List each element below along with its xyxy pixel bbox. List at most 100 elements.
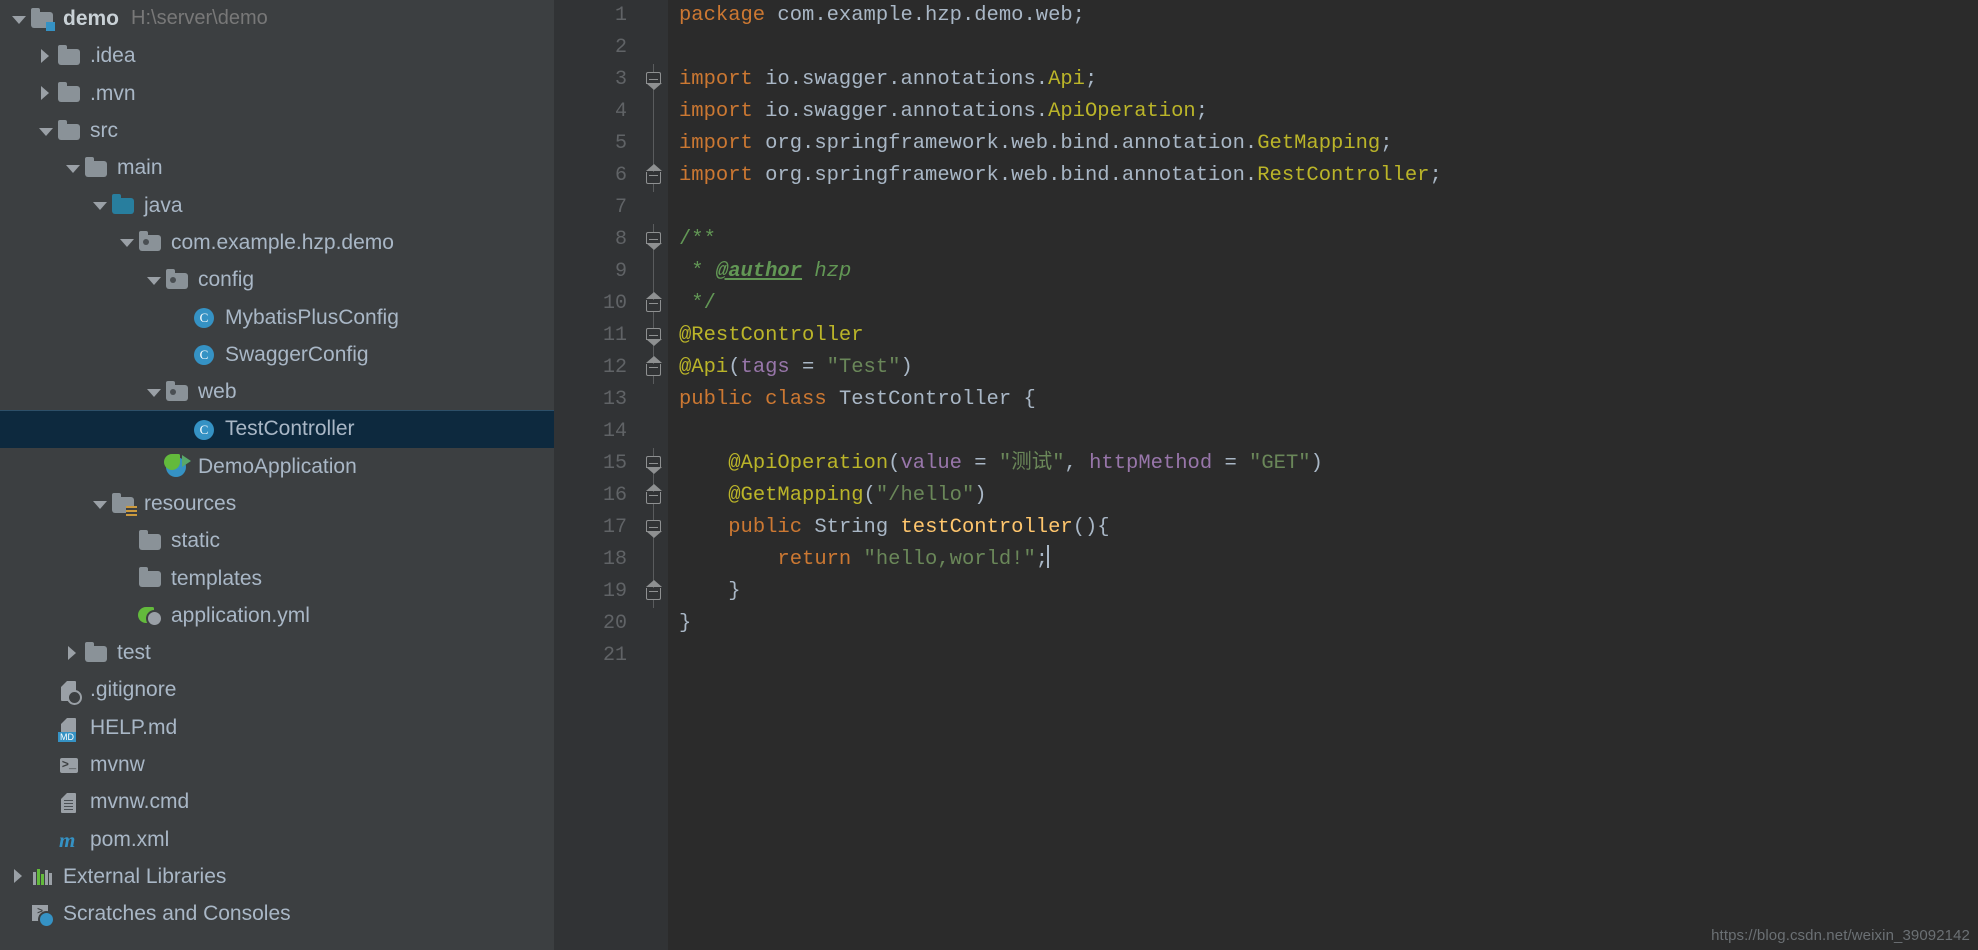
tree-row[interactable]: DemoApplication: [0, 448, 554, 485]
tree-row[interactable]: web: [0, 373, 554, 410]
tree-row[interactable]: >_mvnw: [0, 746, 554, 783]
line-number[interactable]: 18: [554, 544, 640, 576]
tree-row[interactable]: resources: [0, 485, 554, 522]
fold-marker-slot[interactable]: [640, 192, 668, 224]
tree-row[interactable]: CTestController: [0, 410, 554, 447]
tree-row[interactable]: >Scratches and Consoles: [0, 895, 554, 932]
line-number[interactable]: 9: [554, 256, 640, 288]
fold-marker-slot[interactable]: [640, 256, 668, 288]
fold-marker-slot[interactable]: [640, 96, 668, 128]
fold-marker-slot[interactable]: [640, 64, 668, 96]
tree-row[interactable]: mpom.xml: [0, 821, 554, 858]
code-line[interactable]: import io.swagger.annotations.ApiOperati…: [668, 96, 1978, 128]
code-line[interactable]: return "hello,world!";: [668, 544, 1978, 576]
line-number[interactable]: 12: [554, 352, 640, 384]
tree-row[interactable]: .idea: [0, 37, 554, 74]
tree-row[interactable]: application.yml: [0, 597, 554, 634]
code-line[interactable]: @GetMapping("/hello"): [668, 480, 1978, 512]
line-number[interactable]: 4: [554, 96, 640, 128]
line-number[interactable]: 14: [554, 416, 640, 448]
fold-marker-slot[interactable]: [640, 352, 668, 384]
tree-row[interactable]: com.example.hzp.demo: [0, 224, 554, 261]
tree-row[interactable]: templates: [0, 559, 554, 596]
code-line[interactable]: @Api(tags = "Test"): [668, 352, 1978, 384]
code-line[interactable]: [668, 640, 1978, 672]
tree-row[interactable]: config: [0, 261, 554, 298]
chevron-right-icon[interactable]: [35, 82, 57, 104]
code-line[interactable]: import io.swagger.annotations.Api;: [668, 64, 1978, 96]
chevron-down-icon[interactable]: [143, 381, 165, 403]
fold-end-icon[interactable]: [646, 588, 661, 600]
fold-marker-slot[interactable]: [640, 288, 668, 320]
code-folding-strip[interactable]: [640, 0, 668, 950]
fold-marker-slot[interactable]: [640, 224, 668, 256]
tree-row[interactable]: MDHELP.md: [0, 709, 554, 746]
fold-marker-slot[interactable]: [640, 32, 668, 64]
line-number[interactable]: 6: [554, 160, 640, 192]
code-line[interactable]: * @author hzp: [668, 256, 1978, 288]
line-number[interactable]: 15: [554, 448, 640, 480]
fold-marker-slot[interactable]: [640, 416, 668, 448]
chevron-down-icon[interactable]: [89, 194, 111, 216]
code-line[interactable]: [668, 32, 1978, 64]
tree-row[interactable]: java: [0, 186, 554, 223]
fold-marker-slot[interactable]: [640, 320, 668, 352]
tree-row[interactable]: demoH:\server\demo: [0, 0, 554, 37]
code-line[interactable]: @ApiOperation(value = "测试", httpMethod =…: [668, 448, 1978, 480]
fold-marker-slot[interactable]: [640, 544, 668, 576]
fold-end-icon[interactable]: [646, 364, 661, 376]
fold-collapse-icon[interactable]: [646, 232, 661, 244]
code-line[interactable]: [668, 416, 1978, 448]
chevron-down-icon[interactable]: [62, 157, 84, 179]
line-number[interactable]: 5: [554, 128, 640, 160]
code-line[interactable]: public class TestController {: [668, 384, 1978, 416]
chevron-down-icon[interactable]: [8, 8, 30, 30]
fold-marker-slot[interactable]: [640, 160, 668, 192]
source-code-area[interactable]: package com.example.hzp.demo.web; import …: [668, 0, 1978, 950]
line-number[interactable]: 2: [554, 32, 640, 64]
code-line[interactable]: @RestController: [668, 320, 1978, 352]
fold-marker-slot[interactable]: [640, 128, 668, 160]
code-editor[interactable]: 123456789101112131415161718192021 packag…: [554, 0, 1978, 950]
tree-row[interactable]: main: [0, 149, 554, 186]
chevron-down-icon[interactable]: [143, 269, 165, 291]
tree-row[interactable]: test: [0, 634, 554, 671]
line-number[interactable]: 11: [554, 320, 640, 352]
code-line[interactable]: [668, 192, 1978, 224]
chevron-down-icon[interactable]: [35, 120, 57, 142]
line-number[interactable]: 17: [554, 512, 640, 544]
code-line[interactable]: import org.springframework.web.bind.anno…: [668, 160, 1978, 192]
fold-end-icon[interactable]: [646, 172, 661, 184]
fold-end-icon[interactable]: [646, 492, 661, 504]
code-line[interactable]: import org.springframework.web.bind.anno…: [668, 128, 1978, 160]
fold-marker-slot[interactable]: [640, 0, 668, 32]
code-line[interactable]: package com.example.hzp.demo.web;: [668, 0, 1978, 32]
chevron-down-icon[interactable]: [89, 493, 111, 515]
line-number[interactable]: 16: [554, 480, 640, 512]
fold-marker-slot[interactable]: [640, 384, 668, 416]
chevron-down-icon[interactable]: [116, 231, 138, 253]
fold-marker-slot[interactable]: [640, 512, 668, 544]
fold-collapse-icon[interactable]: [646, 72, 661, 84]
chevron-right-icon[interactable]: [62, 642, 84, 664]
line-number[interactable]: 21: [554, 640, 640, 672]
line-number[interactable]: 1: [554, 0, 640, 32]
tree-row[interactable]: mvnw.cmd: [0, 783, 554, 820]
line-number[interactable]: 3: [554, 64, 640, 96]
project-tool-window[interactable]: demoH:\server\demo.idea.mvnsrcmainjavaco…: [0, 0, 554, 950]
editor-line-number-gutter[interactable]: 123456789101112131415161718192021: [554, 0, 640, 950]
code-line[interactable]: }: [668, 608, 1978, 640]
tree-row[interactable]: .gitignore: [0, 671, 554, 708]
line-number[interactable]: 19: [554, 576, 640, 608]
fold-collapse-icon[interactable]: [646, 456, 661, 468]
tree-row[interactable]: CSwaggerConfig: [0, 336, 554, 373]
tree-row[interactable]: src: [0, 112, 554, 149]
chevron-right-icon[interactable]: [8, 865, 30, 887]
fold-marker-slot[interactable]: [640, 576, 668, 608]
tree-row[interactable]: static: [0, 522, 554, 559]
fold-marker-slot[interactable]: [640, 640, 668, 672]
line-number[interactable]: 7: [554, 192, 640, 224]
line-number[interactable]: 8: [554, 224, 640, 256]
fold-marker-slot[interactable]: [640, 608, 668, 640]
fold-collapse-icon[interactable]: [646, 328, 661, 340]
